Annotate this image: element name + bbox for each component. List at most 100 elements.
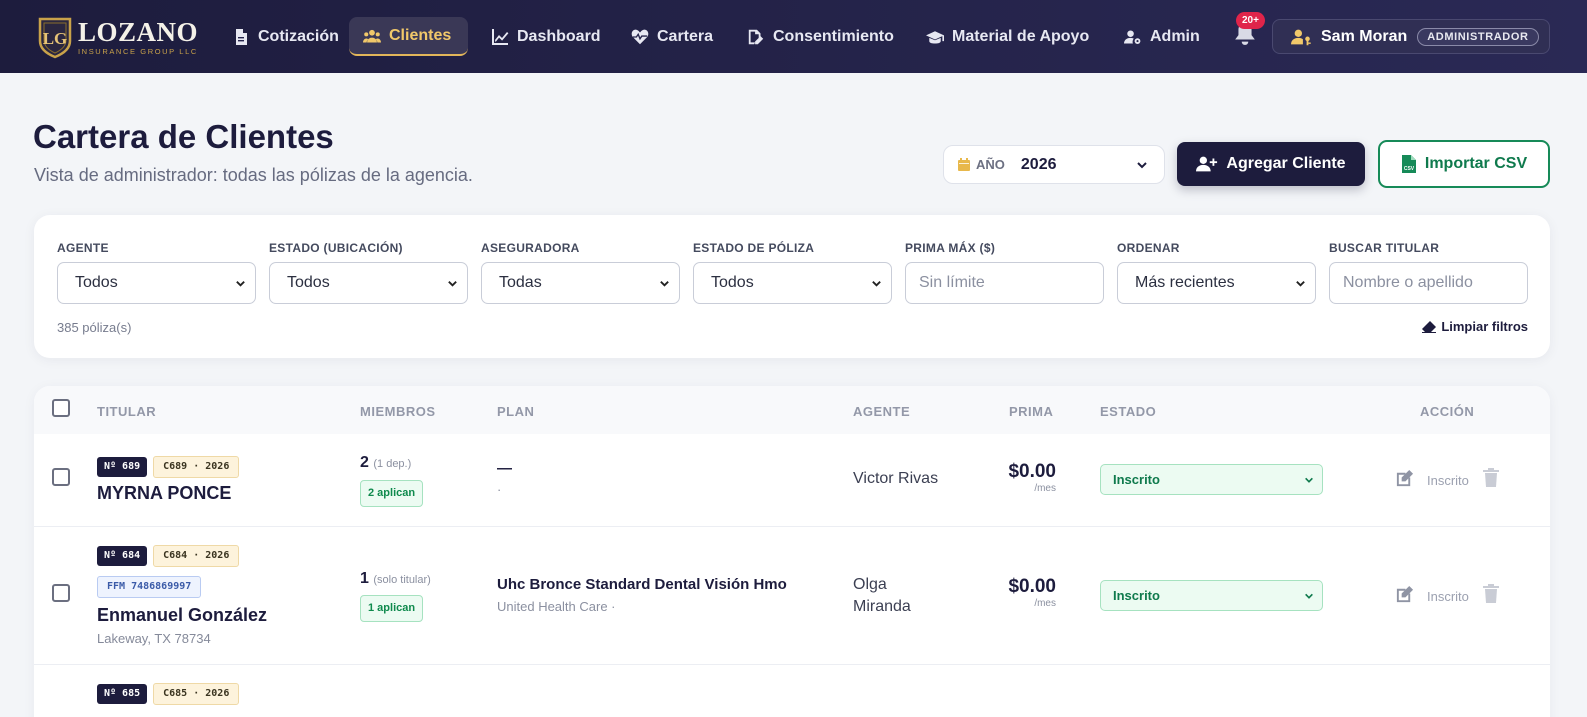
plan-name: — bbox=[497, 460, 512, 477]
filter-max-premium: PRIMA MÁX ($) Sin límite bbox=[905, 241, 1104, 304]
table-row[interactable]: Nº 689 C689 · 2026 MYRNA PONCE 2 (1 dep.)… bbox=[34, 434, 1550, 527]
action-status-text: Inscrito bbox=[1427, 473, 1469, 488]
policy-status-select[interactable]: Todos bbox=[693, 262, 892, 304]
chevron-down-icon bbox=[660, 281, 669, 287]
trash-icon bbox=[1483, 468, 1499, 487]
edit-button[interactable] bbox=[1395, 469, 1414, 493]
table-header: TITULAR MIEMBROS PLAN AGENTE PRIMA ESTAD… bbox=[34, 386, 1550, 434]
plan-name: Uhc Bronce Standard Dental Visión Hmo bbox=[497, 576, 787, 593]
premium-period: /mes bbox=[1034, 483, 1056, 494]
signature-icon bbox=[748, 29, 764, 44]
filter-search: BUSCAR TITULAR Nombre o apellido bbox=[1329, 241, 1528, 304]
apply-badge: 2 aplican bbox=[360, 480, 424, 507]
holder-location: Lakeway, TX 78734 bbox=[97, 631, 211, 646]
column-header[interactable]: ESTADO bbox=[1100, 404, 1156, 419]
filter-insurer: ASEGURADORA Todas bbox=[481, 241, 680, 304]
holder-name[interactable]: MYRNA PONCE bbox=[97, 483, 231, 504]
premium-amount: $0.00 bbox=[1008, 461, 1056, 482]
search-holder-input[interactable]: Nombre o apellido bbox=[1329, 262, 1528, 304]
csv-file-icon: CSV bbox=[1401, 155, 1416, 173]
ffm-tag: FFM 7486869997 bbox=[97, 576, 202, 598]
row-checkbox[interactable] bbox=[52, 468, 70, 486]
agent-name: Victor Rivas bbox=[853, 470, 939, 487]
table-row[interactable]: Nº 685 C685 · 2026 bbox=[34, 665, 1550, 717]
select-all-checkbox[interactable] bbox=[52, 399, 70, 417]
filter-policy-status: ESTADO DE PÓLIZA Todos bbox=[693, 241, 892, 304]
column-header[interactable]: PRIMA bbox=[1009, 404, 1053, 419]
heart-pulse-icon bbox=[631, 29, 649, 44]
line-chart-icon bbox=[492, 28, 509, 45]
edit-icon bbox=[1396, 469, 1414, 487]
policy-number-tag: Nº 685 bbox=[97, 684, 148, 704]
chevron-down-icon bbox=[236, 281, 245, 287]
client-code-tag: C689 · 2026 bbox=[153, 456, 240, 478]
user-menu[interactable]: Sam Moran ADMINISTRADOR bbox=[1272, 19, 1550, 54]
page-title: Cartera de Clientes bbox=[33, 118, 334, 155]
nav-material-de-apoyo[interactable]: Material de Apoyo bbox=[912, 17, 1103, 56]
nav-cotizacion[interactable]: Cotización bbox=[218, 17, 353, 56]
filters-panel: AGENTE Todos ESTADO (UBICACIÓN) Todos AS… bbox=[34, 215, 1550, 358]
add-client-button[interactable]: Agregar Cliente bbox=[1177, 142, 1365, 186]
notification-count-badge: 20+ bbox=[1236, 12, 1265, 29]
policy-number-tag: Nº 684 bbox=[97, 546, 148, 566]
policy-count: 385 póliza(s) bbox=[57, 320, 132, 335]
column-header: ACCIÓN bbox=[1420, 404, 1475, 419]
chevron-down-icon bbox=[872, 281, 881, 287]
import-csv-button[interactable]: CSV Importar CSV bbox=[1378, 140, 1550, 188]
apply-badge: 1 aplican bbox=[360, 595, 424, 622]
column-header[interactable]: MIEMBROS bbox=[360, 404, 436, 419]
eraser-icon bbox=[1422, 320, 1437, 333]
user-plus-icon bbox=[1196, 156, 1218, 172]
user-gear-icon bbox=[1124, 29, 1141, 44]
top-navbar: LG LOZANO INSURANCE GROUP LLC Cotización… bbox=[0, 0, 1587, 73]
delete-button[interactable] bbox=[1483, 468, 1499, 492]
premium-period: /mes bbox=[1034, 598, 1056, 609]
year-select[interactable]: AÑO 2026 bbox=[943, 145, 1165, 184]
brand-logo[interactable]: LG LOZANO INSURANCE GROUP LLC bbox=[36, 14, 199, 60]
year-label: AÑO bbox=[976, 157, 1005, 172]
filter-sort: ORDENAR Más recientes bbox=[1117, 241, 1316, 304]
brand-name: LOZANO bbox=[78, 16, 199, 47]
filter-agent: AGENTE Todos bbox=[57, 241, 256, 304]
edit-icon bbox=[1396, 585, 1414, 603]
edit-button[interactable] bbox=[1395, 585, 1414, 609]
state-select[interactable]: Todos bbox=[269, 262, 468, 304]
clear-filters-button[interactable]: Limpiar filtros bbox=[1422, 319, 1528, 334]
holder-name[interactable]: Enmanuel González bbox=[97, 605, 267, 626]
column-header[interactable]: AGENTE bbox=[853, 404, 910, 419]
chevron-down-icon bbox=[1305, 593, 1313, 599]
brand-subtitle: INSURANCE GROUP LLC bbox=[78, 46, 198, 56]
year-value: 2026 bbox=[1020, 155, 1057, 173]
nav-clientes[interactable]: Clientes bbox=[349, 17, 468, 56]
user-name: Sam Moran bbox=[1321, 27, 1408, 45]
sort-select[interactable]: Más recientes bbox=[1117, 262, 1316, 304]
status-select[interactable]: Inscrito bbox=[1100, 580, 1323, 611]
role-badge: ADMINISTRADOR bbox=[1417, 27, 1539, 46]
delete-button[interactable] bbox=[1483, 584, 1499, 608]
svg-text:LG: LG bbox=[43, 29, 68, 48]
plan-insurer: · bbox=[497, 482, 502, 497]
policy-number-tag: Nº 689 bbox=[97, 457, 148, 477]
insurer-select[interactable]: Todas bbox=[481, 262, 680, 304]
column-header[interactable]: TITULAR bbox=[97, 404, 156, 419]
svg-text:CSV: CSV bbox=[1404, 166, 1415, 172]
members-note: (solo titular) bbox=[373, 574, 431, 586]
table-row[interactable]: Nº 684 C684 · 2026 FFM 7486869997 Enmanue… bbox=[34, 527, 1550, 665]
status-select[interactable]: Inscrito bbox=[1100, 464, 1323, 495]
shield-logo-icon: LG bbox=[36, 15, 74, 59]
members-count: 2 bbox=[360, 454, 369, 471]
column-header[interactable]: PLAN bbox=[497, 404, 534, 419]
filter-state: ESTADO (UBICACIÓN) Todos bbox=[269, 241, 468, 304]
nav-admin[interactable]: Admin bbox=[1110, 17, 1214, 56]
max-premium-input[interactable]: Sin límite bbox=[905, 262, 1104, 304]
chevron-down-icon bbox=[448, 281, 457, 287]
nav-consentimiento[interactable]: Consentimiento bbox=[733, 17, 908, 56]
client-code-tag: C685 · 2026 bbox=[153, 683, 240, 705]
action-status-text: Inscrito bbox=[1427, 589, 1469, 604]
nav-dashboard[interactable]: Dashboard bbox=[477, 17, 615, 56]
agent-select[interactable]: Todos bbox=[57, 262, 256, 304]
chevron-down-icon bbox=[1305, 477, 1313, 483]
agent-name: Olga Miranda bbox=[853, 576, 911, 615]
nav-cartera[interactable]: Cartera bbox=[617, 17, 727, 56]
row-checkbox[interactable] bbox=[52, 584, 70, 602]
